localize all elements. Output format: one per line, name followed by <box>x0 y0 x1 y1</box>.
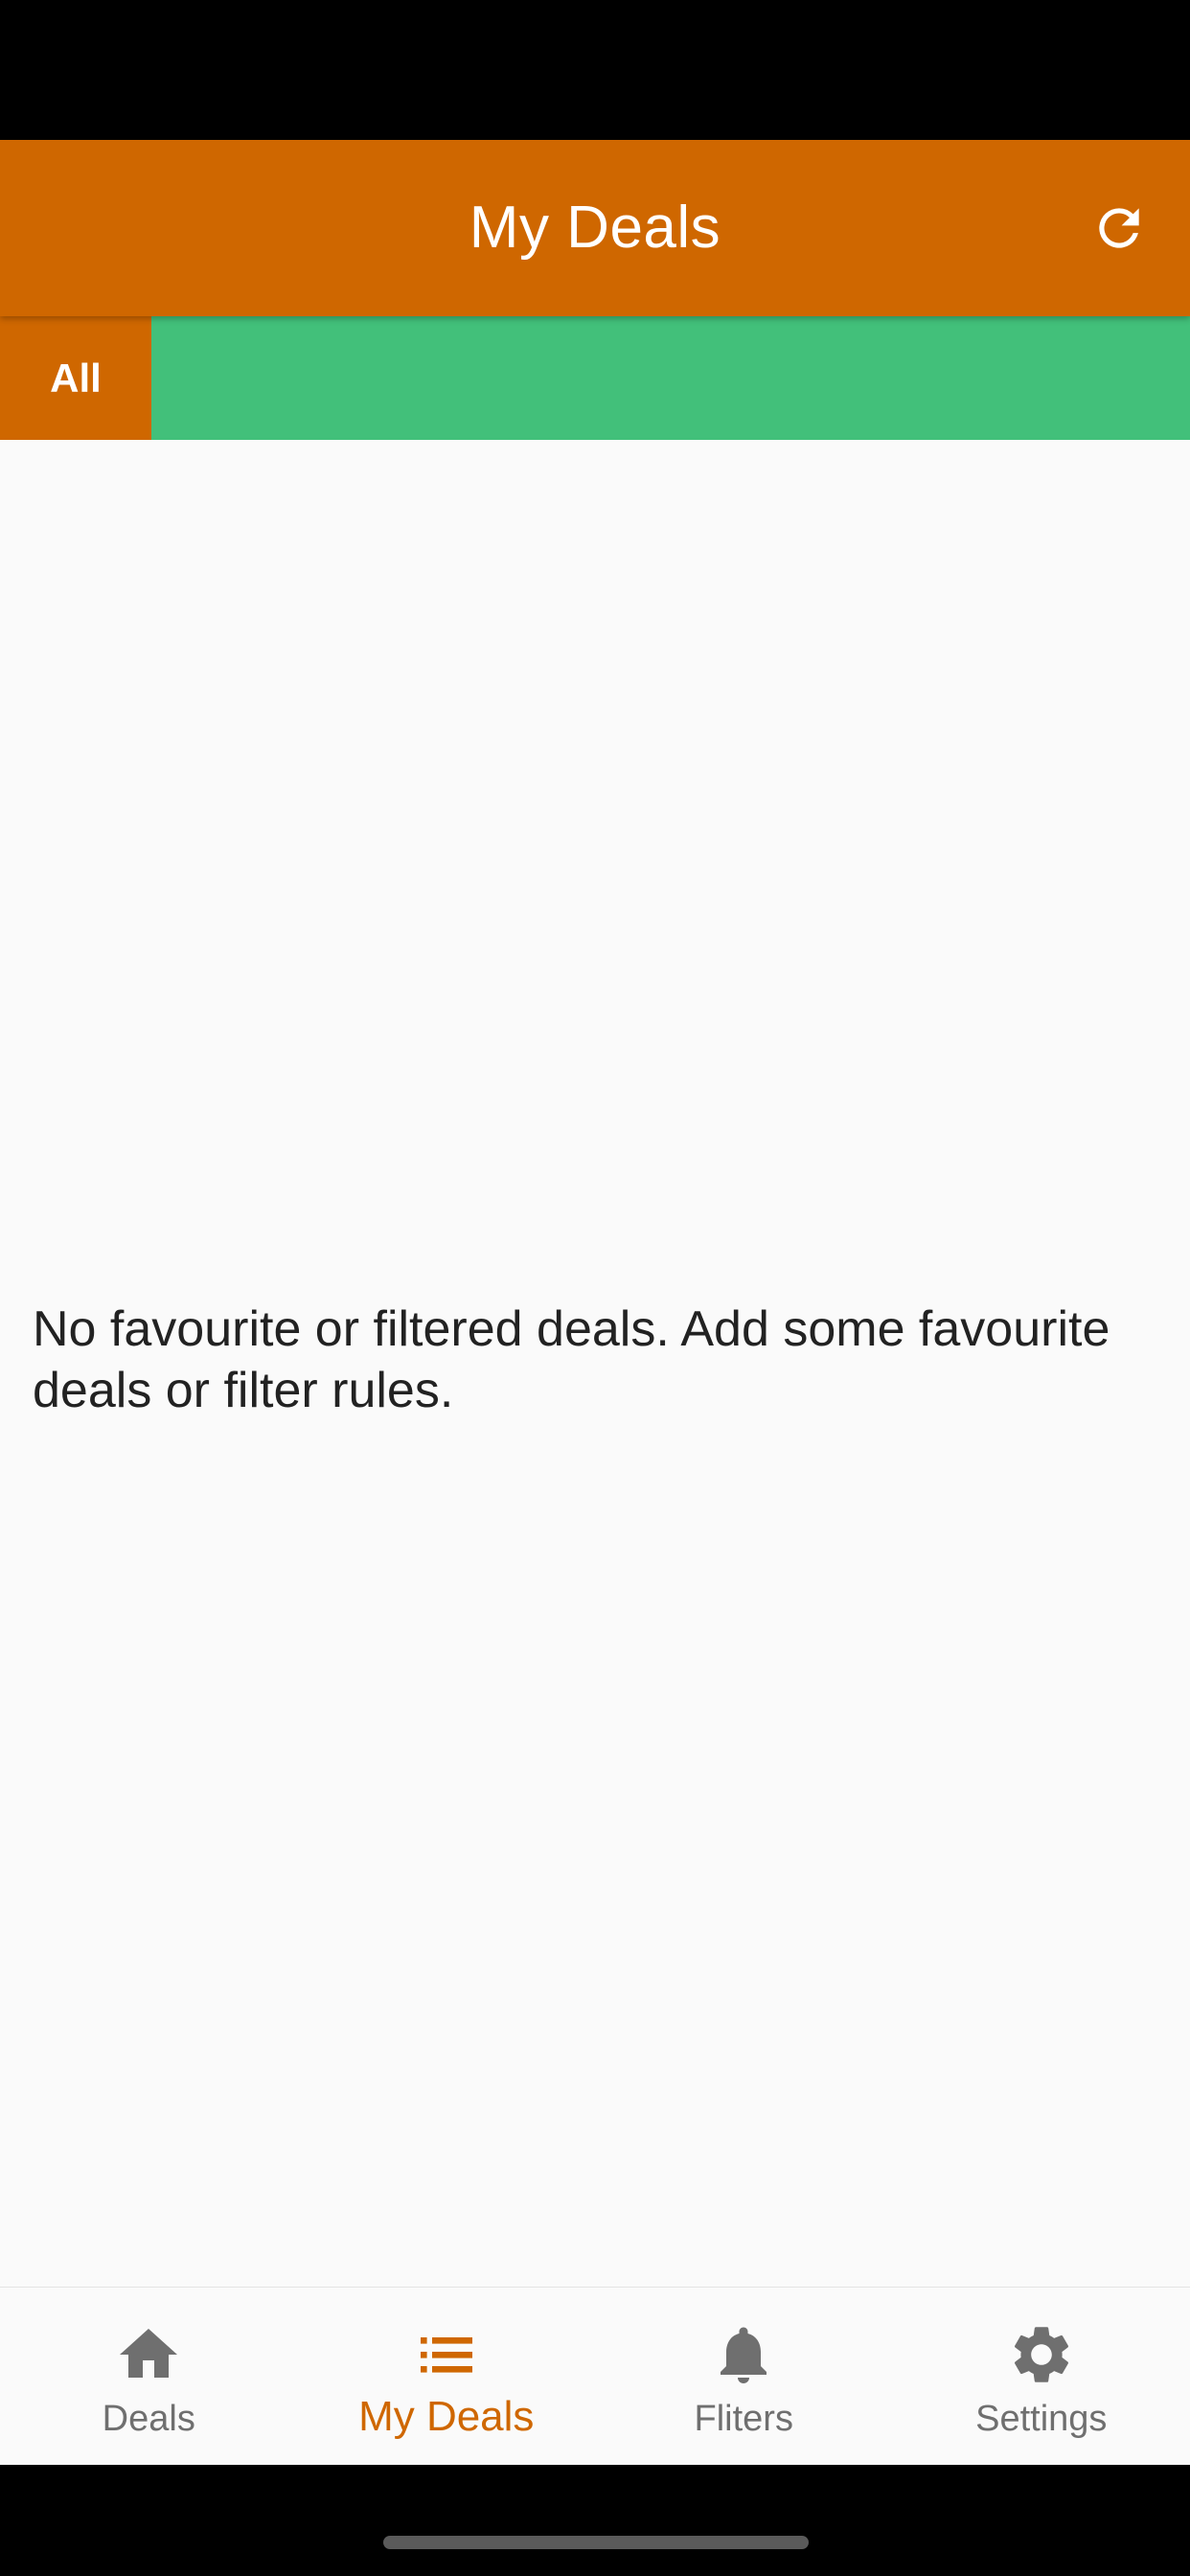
empty-state-message: No favourite or filtered deals. Add some… <box>33 1301 1110 1418</box>
nav-label-settings: Settings <box>975 2399 1108 2439</box>
page-title: My Deals <box>469 195 721 261</box>
list-icon <box>412 2320 481 2389</box>
bottom-navigation: Deals My Deals Fliters Settings <box>0 2287 1190 2466</box>
home-icon <box>114 2320 183 2389</box>
nav-label-deals: Deals <box>102 2399 195 2439</box>
nav-label-my-deals: My Deals <box>358 2393 535 2440</box>
tab-strip: All <box>0 316 1190 440</box>
nav-label-filters: Fliters <box>694 2399 793 2439</box>
home-indicator[interactable] <box>383 2536 809 2549</box>
bell-icon <box>709 2320 778 2389</box>
app-bar: My Deals <box>0 140 1190 316</box>
nav-item-filters[interactable]: Fliters <box>595 2288 893 2466</box>
nav-item-my-deals[interactable]: My Deals <box>298 2288 596 2466</box>
nav-item-settings[interactable]: Settings <box>893 2288 1190 2466</box>
status-bar <box>0 0 1190 140</box>
tab-all[interactable]: All <box>0 316 151 440</box>
gear-icon <box>1007 2320 1076 2389</box>
refresh-icon <box>1099 208 1139 248</box>
refresh-button[interactable] <box>1071 180 1167 276</box>
system-navigation-bar <box>0 2465 1190 2576</box>
app-screen: My Deals All No favourite or filtered de… <box>0 0 1190 2576</box>
nav-item-deals[interactable]: Deals <box>0 2288 298 2466</box>
